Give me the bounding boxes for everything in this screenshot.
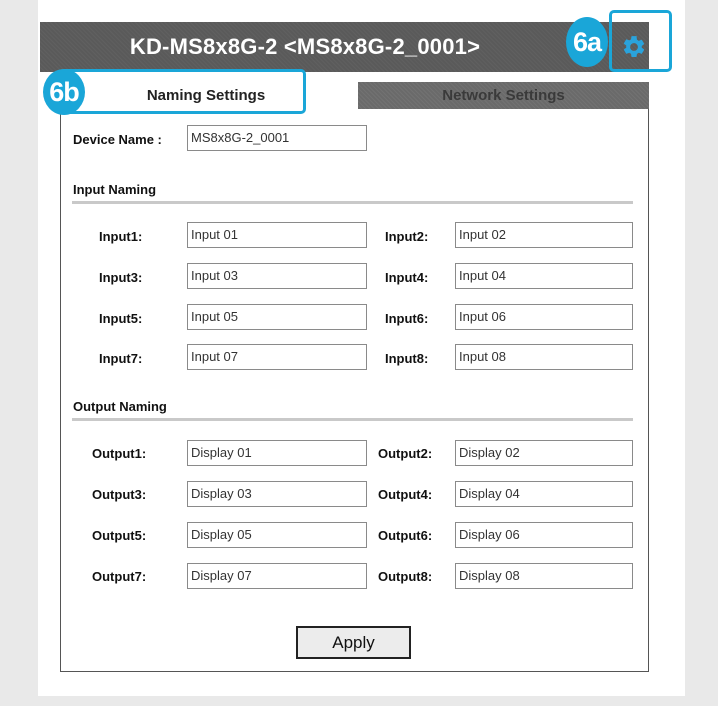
- output6-field[interactable]: Display 06: [455, 522, 633, 548]
- input6-field[interactable]: Input 06: [455, 304, 633, 330]
- output1-field[interactable]: Display 01: [187, 440, 367, 466]
- output1-label: Output1:: [92, 446, 147, 461]
- input7-field[interactable]: Input 07: [187, 344, 367, 370]
- input5-field[interactable]: Input 05: [187, 304, 367, 330]
- input1-label: Input1:: [99, 229, 143, 244]
- output2-label: Output2:: [378, 446, 433, 461]
- output2-field[interactable]: Display 02: [455, 440, 633, 466]
- output-naming-divider: [72, 418, 633, 421]
- device-name-field[interactable]: MS8x8G-2_0001: [187, 125, 367, 151]
- callout-6b-badge: 6b: [43, 69, 85, 115]
- input4-field[interactable]: Input 04: [455, 263, 633, 289]
- input7-label: Input7:: [99, 351, 143, 366]
- input-naming-divider: [72, 201, 633, 204]
- input8-label: Input8:: [385, 351, 429, 366]
- callout-6b-box: [60, 69, 306, 114]
- input1-field[interactable]: Input 01: [187, 222, 367, 248]
- output5-field[interactable]: Display 05: [187, 522, 367, 548]
- input3-field[interactable]: Input 03: [187, 263, 367, 289]
- input4-label: Input4:: [385, 270, 429, 285]
- tab-network-settings[interactable]: Network Settings: [358, 82, 649, 110]
- input2-field[interactable]: Input 02: [455, 222, 633, 248]
- input2-label: Input2:: [385, 229, 429, 244]
- output3-label: Output3:: [92, 487, 147, 502]
- input5-label: Input5:: [99, 311, 143, 326]
- output4-label: Output4:: [378, 487, 433, 502]
- output5-label: Output5:: [92, 528, 147, 543]
- output8-field[interactable]: Display 08: [455, 563, 633, 589]
- output4-field[interactable]: Display 04: [455, 481, 633, 507]
- output6-label: Output6:: [378, 528, 433, 543]
- callout-6a-badge: 6a: [566, 17, 608, 67]
- input8-field[interactable]: Input 08: [455, 344, 633, 370]
- input3-label: Input3:: [99, 270, 143, 285]
- device-name-label: Device Name :: [73, 132, 162, 147]
- title-bar: KD-MS8x8G-2 <MS8x8G-2_0001>: [40, 22, 649, 72]
- input-naming-heading: Input Naming: [73, 182, 157, 197]
- output7-label: Output7:: [92, 569, 147, 584]
- apply-button[interactable]: Apply: [296, 626, 411, 659]
- output-naming-heading: Output Naming: [73, 399, 167, 414]
- window-title: KD-MS8x8G-2 <MS8x8G-2_0001>: [129, 34, 481, 59]
- output8-label: Output8:: [378, 569, 433, 584]
- output3-field[interactable]: Display 03: [187, 481, 367, 507]
- input6-label: Input6:: [385, 311, 429, 326]
- callout-6a-box: [609, 10, 672, 72]
- output7-field[interactable]: Display 07: [187, 563, 367, 589]
